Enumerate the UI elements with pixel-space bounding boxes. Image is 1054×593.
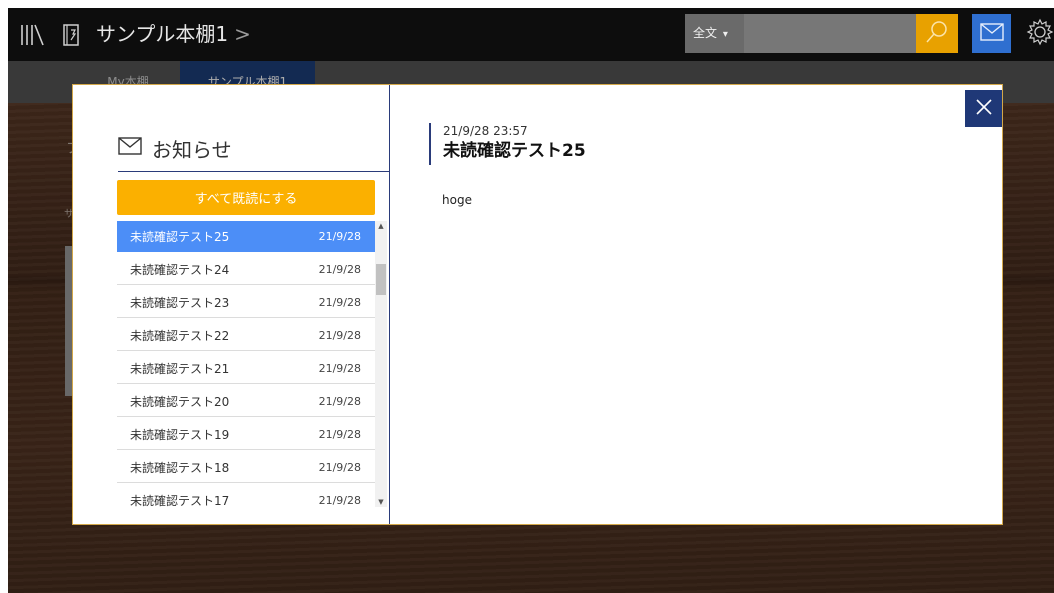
notice-detail-body: hoge (442, 193, 472, 207)
breadcrumb-separator[interactable]: > (234, 22, 251, 46)
close-icon (975, 98, 993, 120)
settings-button[interactable] (1026, 14, 1054, 53)
app-window: サンプル本棚1 > 全文 ▾ My本棚 サンプル本棚1 サ お知らせ すべて既読… (8, 8, 1054, 593)
notifications-button[interactable] (972, 14, 1011, 53)
notice-item-title: 未読確認テスト19 (130, 427, 230, 442)
scroll-up-arrow-icon[interactable]: ▲ (375, 221, 387, 231)
search-mode-label: 全文 (693, 26, 718, 40)
notice-list-scrollbar[interactable]: ▲ ▼ (375, 221, 387, 507)
mark-all-read-button[interactable]: すべて既読にする (117, 180, 375, 215)
scrollbar-thumb[interactable] (376, 264, 386, 295)
notice-item-date: 21/9/28 (318, 427, 361, 441)
search-mode-select[interactable]: 全文 ▾ (685, 14, 744, 53)
notice-item-title: 未読確認テスト22 (130, 328, 230, 343)
top-bar: サンプル本棚1 > 全文 ▾ (8, 8, 1054, 61)
search-button[interactable] (916, 14, 958, 53)
notice-header-title: お知らせ (152, 137, 232, 162)
notice-item-date: 21/9/28 (318, 394, 361, 408)
notice-item-title: 未読確認テスト18 (130, 460, 230, 475)
mail-icon (118, 136, 142, 160)
chevron-down-icon: ▾ (722, 29, 728, 40)
notice-item-date: 21/9/28 (318, 262, 361, 276)
notice-item-title: 未読確認テスト21 (130, 361, 230, 376)
bookshelf-icon[interactable] (18, 8, 46, 61)
close-button[interactable] (965, 90, 1002, 127)
notice-item[interactable]: 未読確認テスト22 21/9/28 (117, 320, 375, 351)
search-icon (924, 19, 950, 49)
notice-detail-title: 未読確認テスト25 (443, 141, 586, 161)
gear-icon (1026, 18, 1054, 50)
notice-item[interactable]: 未読確認テスト21 21/9/28 (117, 353, 375, 384)
divider (118, 171, 389, 172)
notice-item[interactable]: 未読確認テスト17 21/9/28 (117, 485, 375, 508)
scroll-down-arrow-icon[interactable]: ▼ (375, 497, 387, 507)
bookshelf-title: サンプル本棚1 (96, 22, 229, 46)
search-input[interactable] (744, 14, 916, 53)
notice-item-title: 未読確認テスト20 (130, 394, 230, 409)
notice-item[interactable]: 未読確認テスト19 21/9/28 (117, 419, 375, 450)
notice-item-date: 21/9/28 (318, 229, 361, 243)
book-icon[interactable] (58, 8, 86, 61)
notice-item[interactable]: 未読確認テスト24 21/9/28 (117, 254, 375, 285)
notice-list-pane: お知らせ すべて既読にする 未読確認テスト25 21/9/28 未読確認テスト2… (73, 85, 390, 524)
notice-item-title: 未読確認テスト24 (130, 262, 230, 277)
notice-item[interactable]: 未読確認テスト20 21/9/28 (117, 386, 375, 417)
mail-icon (979, 22, 1004, 45)
notice-item-title: 未読確認テスト23 (130, 295, 230, 310)
page-title: サンプル本棚1 > (96, 8, 251, 61)
notice-item-date: 21/9/28 (318, 460, 361, 474)
notice-item-date: 21/9/28 (318, 361, 361, 375)
notice-item-title: 未読確認テスト17 (130, 493, 230, 508)
notice-item-title: 未読確認テスト25 (130, 229, 230, 244)
notice-item-date: 21/9/28 (318, 493, 361, 507)
notice-detail-timestamp: 21/9/28 23:57 (443, 124, 528, 138)
notice-header: お知らせ (118, 130, 232, 166)
notice-item[interactable]: 未読確認テスト18 21/9/28 (117, 452, 375, 483)
notice-item-date: 21/9/28 (318, 328, 361, 342)
notifications-dialog: お知らせ すべて既読にする 未読確認テスト25 21/9/28 未読確認テスト2… (72, 84, 1003, 525)
notice-list[interactable]: 未読確認テスト25 21/9/28 未読確認テスト24 21/9/28 未読確認… (117, 221, 375, 507)
notice-item[interactable]: 未読確認テスト23 21/9/28 (117, 287, 375, 318)
notice-detail-header: 21/9/28 23:57 未読確認テスト25 (429, 123, 586, 165)
notice-item[interactable]: 未読確認テスト25 21/9/28 (117, 221, 375, 252)
notice-item-date: 21/9/28 (318, 295, 361, 309)
